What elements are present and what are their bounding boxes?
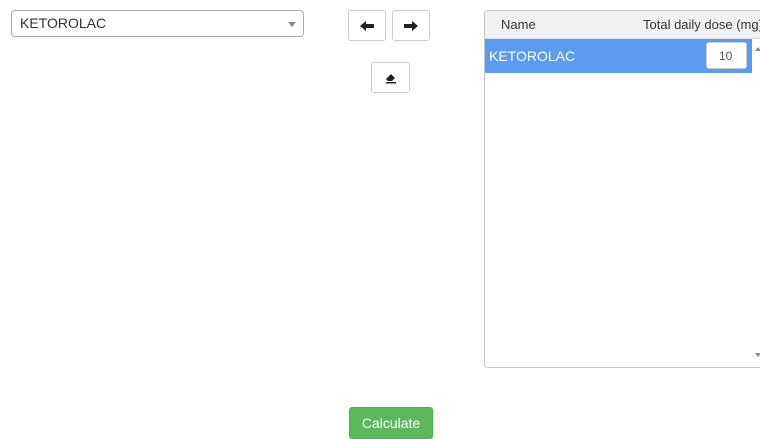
- clear-button[interactable]: [371, 62, 410, 93]
- table-header: Name Total daily dose (mg): [485, 11, 760, 39]
- eraser-icon: [385, 73, 396, 83]
- move-right-button[interactable]: [392, 10, 430, 41]
- scroll-up-icon[interactable]: [755, 47, 760, 51]
- scroll-down-icon[interactable]: [755, 353, 760, 357]
- scrollbar[interactable]: [752, 39, 760, 367]
- row-drug-name: KETOROLAC: [489, 48, 576, 64]
- arrow-left-icon: [360, 20, 374, 31]
- calculate-button[interactable]: Calculate: [349, 407, 433, 439]
- drug-select[interactable]: KETOROLAC: [11, 10, 304, 37]
- table-row[interactable]: KETOROLAC: [485, 39, 752, 73]
- chevron-down-icon[interactable]: [288, 22, 296, 27]
- drug-select-value: KETOROLAC: [20, 15, 107, 31]
- dose-input[interactable]: [706, 42, 747, 69]
- arrow-right-icon: [404, 20, 418, 31]
- column-header-dose: Total daily dose (mg): [643, 17, 760, 32]
- column-header-name: Name: [501, 17, 536, 32]
- move-left-button[interactable]: [348, 10, 386, 41]
- selected-drugs-panel: Name Total daily dose (mg) KETOROLAC: [484, 10, 760, 368]
